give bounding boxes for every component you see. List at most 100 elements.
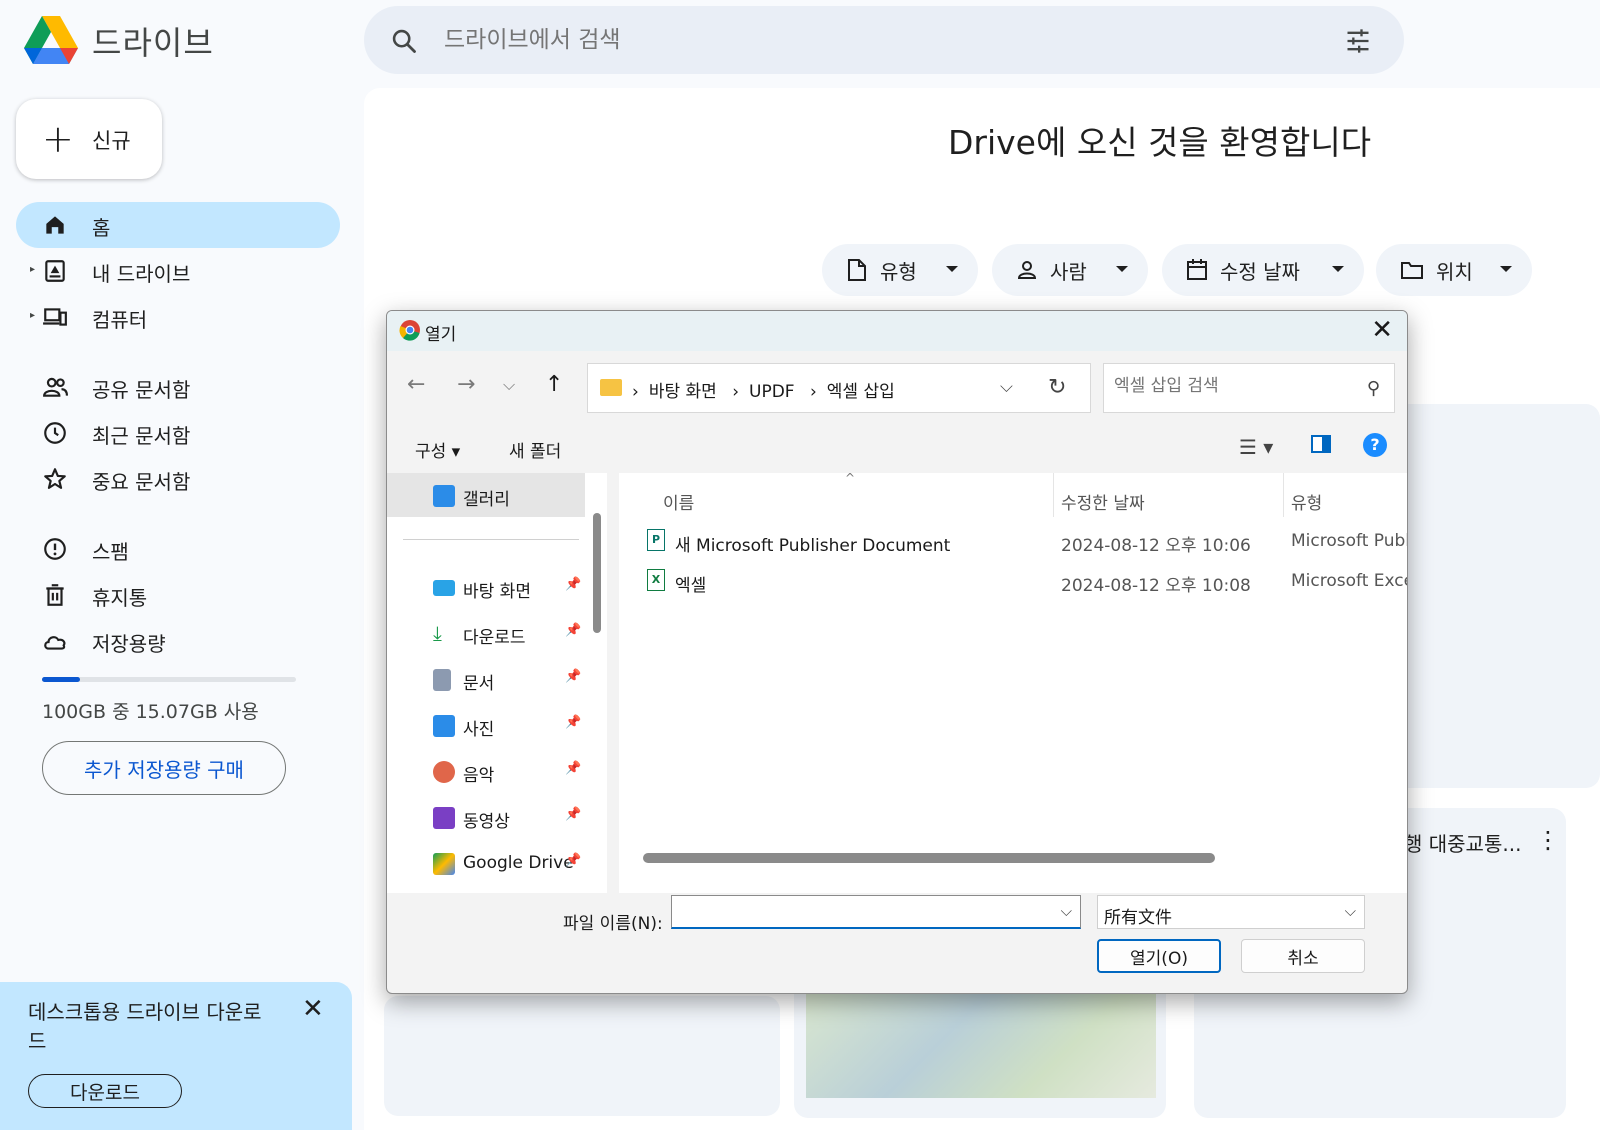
chrome-icon (399, 319, 421, 341)
column-header-modified[interactable]: 수정한 날짜 (1061, 489, 1145, 514)
divider (403, 539, 579, 540)
horizontal-scrollbar[interactable] (643, 853, 1215, 863)
spam-icon (42, 536, 68, 562)
filter-location-chip[interactable]: 위치 (1376, 244, 1532, 296)
suggested-card[interactable] (384, 996, 780, 1116)
dialog-search-input[interactable] (1114, 376, 1354, 396)
chevron-down-icon[interactable]: ⌵ (1000, 377, 1013, 397)
close-icon[interactable]: ✕ (302, 996, 324, 1022)
breadcrumb-separator: › (809, 382, 817, 402)
expand-arrow-icon[interactable]: ▸ (30, 264, 35, 275)
map-thumbnail[interactable] (806, 994, 1156, 1098)
filter-people-chip[interactable]: 사람 (992, 244, 1148, 296)
chevron-down-icon[interactable]: ⌵ (1061, 902, 1072, 920)
nav-pane-scrollbar[interactable] (593, 513, 601, 633)
filter-modified-chip[interactable]: 수정 날짜 (1162, 244, 1364, 296)
breadcrumb-separator: › (632, 382, 639, 402)
pin-icon[interactable]: 📌 (565, 623, 581, 638)
filename-field[interactable]: ⌵ (671, 895, 1081, 929)
nav-item-google-drive[interactable]: Google Drive 📌 (387, 841, 587, 885)
nav-item-downloads[interactable]: ⤓ 다운로드 📌 (387, 611, 587, 655)
breadcrumb-item[interactable]: 바탕 화면 (649, 382, 717, 402)
back-arrow-icon[interactable]: ← (407, 374, 425, 396)
drive-logo-icon[interactable] (24, 14, 78, 66)
sidebar-item-shared[interactable]: 공유 문서함 (16, 364, 340, 410)
sidebar-item-label: 최근 문서함 (92, 424, 191, 448)
dialog-nav-pane: 갤러리 바탕 화면 📌 ⤓ 다운로드 📌 문서 📌 사진 📌 음악 📌 동영상 … (387, 473, 607, 893)
buy-storage-button[interactable]: 추가 저장용량 구매 (42, 741, 286, 795)
excel-icon: X (647, 569, 665, 591)
refresh-icon[interactable]: ↻ (1048, 375, 1066, 400)
filter-type-chip[interactable]: 유형 (822, 244, 978, 296)
music-icon (433, 761, 455, 783)
sidebar-item-starred[interactable]: 중요 문서함 (16, 456, 340, 502)
sidebar-item-home[interactable]: 홈 (16, 202, 340, 248)
new-button[interactable]: + 신규 (16, 99, 162, 179)
column-header-type[interactable]: 유형 (1291, 489, 1322, 514)
file-row[interactable]: X 엑셀 2024-08-12 오후 10:08 Microsoft Excel (619, 561, 1407, 599)
organize-menu[interactable]: 구성 ▾ (415, 437, 460, 462)
search-icon[interactable]: ⚲ (1367, 378, 1380, 399)
filter-label: 위치 (1436, 259, 1473, 284)
column-header-name[interactable]: 이름 (663, 489, 694, 514)
up-arrow-icon[interactable]: ↑ (545, 374, 563, 396)
sidebar-item-computers[interactable]: ▸ 컴퓨터 (16, 294, 340, 340)
nav-item-pictures[interactable]: 사진 📌 (387, 703, 587, 747)
nav-item-label: 동영상 (463, 812, 510, 832)
nav-item-label: 갤러리 (463, 490, 510, 510)
filename-label: 파일 이름(N): (563, 914, 663, 934)
pin-icon[interactable]: 📌 (565, 715, 581, 730)
pin-icon[interactable]: 📌 (565, 807, 581, 822)
filter-label: 사람 (1050, 259, 1087, 284)
new-folder-button[interactable]: 새 폴더 (509, 437, 561, 462)
pin-icon[interactable]: 📌 (565, 853, 581, 868)
download-button[interactable]: 다운로드 (28, 1074, 182, 1108)
breadcrumb-item[interactable]: 엑셀 삽입 (827, 382, 895, 402)
dialog-titlebar[interactable]: 열기 ✕ (387, 311, 1407, 351)
breadcrumb-item[interactable]: UPDF (749, 382, 795, 402)
nav-item-gallery[interactable]: 갤러리 (387, 473, 585, 517)
search-input[interactable] (444, 20, 1304, 60)
search-bar[interactable] (364, 6, 1404, 74)
filetype-value: 所有文件 (1104, 908, 1172, 928)
chevron-down-icon[interactable]: ⌵ (1345, 902, 1356, 920)
expand-arrow-icon[interactable]: ▸ (30, 310, 35, 321)
sidebar-item-storage[interactable]: 저장용량 (16, 618, 340, 664)
preview-pane-icon[interactable] (1311, 435, 1331, 453)
sidebar-item-recent[interactable]: 최근 문서함 (16, 410, 340, 456)
chevron-down-icon (1332, 266, 1344, 272)
recent-locations-icon[interactable]: ⌵ (503, 375, 515, 395)
file-icon (846, 258, 868, 282)
promo-text: 데스크톱용 드라이브 다운로드 (28, 1000, 262, 1053)
file-row[interactable]: P 새 Microsoft Publisher Document 2024-08… (619, 521, 1407, 559)
storage-bar-fill (42, 677, 80, 682)
nav-item-documents[interactable]: 문서 📌 (387, 657, 587, 701)
sidebar-item-my-drive[interactable]: ▸ 내 드라이브 (16, 248, 340, 294)
column-separator[interactable] (1053, 473, 1054, 517)
view-options-icon[interactable]: ☰ ▾ (1239, 435, 1273, 459)
filter-label: 유형 (880, 259, 917, 284)
search-options-icon[interactable] (1344, 27, 1372, 55)
column-separator[interactable] (1283, 473, 1284, 517)
pin-icon[interactable]: 📌 (565, 577, 581, 592)
computer-icon (42, 304, 68, 330)
pin-icon[interactable]: 📌 (565, 761, 581, 776)
nav-item-label: 사진 (463, 720, 495, 740)
nav-item-videos[interactable]: 동영상 📌 (387, 795, 587, 839)
filetype-select[interactable]: 所有文件 ⌵ (1097, 895, 1365, 929)
open-button[interactable]: 열기(O) (1097, 939, 1221, 973)
help-icon[interactable]: ? (1363, 433, 1387, 457)
search-icon[interactable] (390, 27, 418, 55)
nav-item-desktop[interactable]: 바탕 화면 📌 (387, 565, 587, 609)
cancel-button[interactable]: 취소 (1241, 939, 1365, 973)
sidebar-item-spam[interactable]: 스팸 (16, 526, 340, 572)
nav-item-music[interactable]: 음악 📌 (387, 749, 587, 793)
sidebar-item-label: 휴지통 (92, 586, 148, 610)
pin-icon[interactable]: 📌 (565, 669, 581, 684)
close-icon[interactable]: ✕ (1371, 315, 1393, 345)
forward-arrow-icon[interactable]: → (457, 374, 475, 396)
sidebar-item-trash[interactable]: 휴지통 (16, 572, 340, 618)
more-options-icon[interactable]: ⋮ (1536, 826, 1560, 854)
address-bar[interactable]: › 바탕 화면 › UPDF › 엑셀 삽입 ⌵ ↻ (587, 363, 1091, 413)
dialog-search-box[interactable]: ⚲ (1103, 363, 1395, 413)
